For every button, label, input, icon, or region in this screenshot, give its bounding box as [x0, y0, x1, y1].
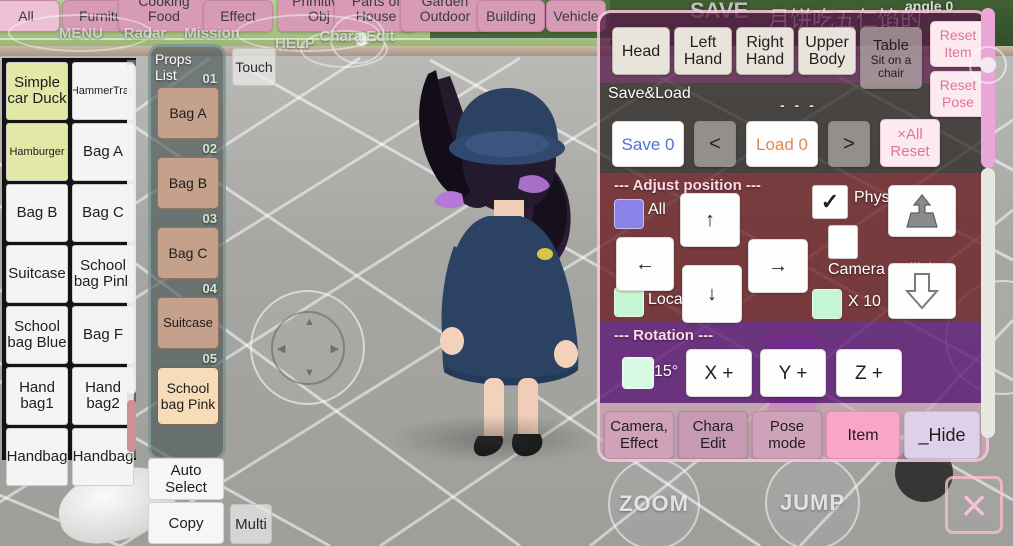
item-grid-panel[interactable]: Simple car Duck HammerTrap Hamburger Bag… — [2, 58, 136, 486]
move-down-button[interactable]: ↓ — [682, 265, 742, 323]
item-cell-school-bag-blue[interactable]: School bag Blue — [6, 306, 68, 364]
jump-button[interactable]: JUMP — [765, 455, 860, 546]
save-slot-dashes: - - - — [780, 97, 817, 113]
item-cell-hand-bag2[interactable]: Hand bag2 — [72, 367, 134, 425]
joystick-arrow-up: ▲ — [304, 316, 315, 328]
table-sublabel: Sit on a chair — [870, 52, 912, 80]
zoom-button[interactable]: ZOOM — [608, 458, 700, 546]
attach-upper-body-button[interactable]: Upper Body — [798, 27, 856, 75]
hide-panel-button[interactable]: _Hide — [904, 411, 980, 459]
item-cell-bag-a[interactable]: Bag A — [72, 123, 134, 181]
item-grid-scroll-thumb[interactable] — [127, 64, 136, 394]
local-axis-swatch[interactable] — [614, 287, 644, 317]
mode-item-button[interactable]: Item — [826, 411, 900, 459]
item-control-panel[interactable]: Head Left Hand Right Hand Upper Body Tab… — [597, 10, 989, 462]
props-list-title: Props List — [155, 51, 192, 83]
slider-track-lower[interactable] — [981, 168, 995, 438]
prop-item-suitcase[interactable]: Suitcase — [157, 297, 219, 349]
tab-building[interactable]: Building — [477, 0, 545, 32]
prop-item-bag-c[interactable]: Bag C — [157, 227, 219, 279]
x10-swatch[interactable] — [812, 289, 842, 319]
item-cell-bag-f[interactable]: Bag F — [72, 306, 134, 364]
item-cell-simple-car-duck[interactable]: Simple car Duck — [6, 62, 68, 120]
character-shadow — [390, 415, 600, 463]
attach-right-hand-button[interactable]: Right Hand — [736, 27, 794, 75]
item-grid-scrollbar[interactable] — [127, 60, 136, 458]
move-joystick[interactable]: ▲ ▼ ◀ ▶ — [250, 290, 365, 405]
prop-number-02: 02 — [202, 141, 217, 156]
prop-number-03: 03 — [202, 211, 217, 226]
prop-number-04: 04 — [202, 281, 217, 296]
mission-button[interactable]: Mission — [150, 20, 274, 46]
joystick-arrow-down: ▼ — [304, 367, 315, 379]
item-cell-handbag-4[interactable]: Handbag — [72, 428, 134, 486]
move-right-button[interactable]: → — [748, 239, 808, 293]
attach-left-hand-button[interactable]: Left Hand — [674, 27, 732, 75]
item-cell-hand-bag1[interactable]: Hand bag1 — [6, 367, 68, 425]
props-list-panel[interactable]: Props List 01 Bag A 02 Bag B 03 Bag C 04… — [148, 44, 226, 460]
prop-item-bag-a[interactable]: Bag A — [157, 87, 219, 139]
item-cell-bag-b[interactable]: Bag B — [6, 184, 68, 242]
item-cell-handbag-3[interactable]: Handbag — [6, 428, 68, 486]
multi-button[interactable]: Multi — [230, 504, 272, 544]
save-load-label: Save&Load — [608, 85, 691, 102]
rotate-x-button[interactable]: X + — [686, 349, 752, 397]
item-cell-hamburger[interactable]: Hamburger — [6, 123, 68, 181]
mode-chara-edit-button[interactable]: Chara Edit — [678, 411, 748, 459]
item-grid-scroll-thumb-lower[interactable] — [127, 400, 136, 452]
game-screen: ▲ ▼ ◀ ▶ ZOOM JUMP × All Furniture Cookin… — [0, 0, 1013, 546]
close-button[interactable]: × — [945, 476, 1003, 534]
joystick-arrow-left: ◀ — [277, 343, 286, 355]
item-cell-school-bag-pink[interactable]: School bag Pink — [72, 245, 134, 303]
attach-head-button[interactable]: Head — [612, 27, 670, 75]
lower-object-button[interactable] — [888, 263, 956, 319]
all-axis-label: All — [648, 201, 666, 218]
save-slot-button[interactable]: Save 0 — [612, 121, 684, 167]
raise-object-icon — [906, 194, 938, 228]
props-list-title-line1: Props — [155, 51, 192, 67]
prop-number-05: 05 — [202, 351, 217, 366]
rotation-step-swatch[interactable] — [622, 357, 654, 389]
local-axis-label: Local — [648, 291, 687, 308]
table-sit-button[interactable]: Table Sit on a chair — [860, 27, 922, 89]
raise-object-button[interactable] — [888, 185, 956, 237]
rotation-step-label: 15° — [654, 363, 679, 380]
item-cell-suitcase[interactable]: Suitcase — [6, 245, 68, 303]
auto-select-button[interactable]: Auto Select — [148, 458, 224, 500]
physics-checkbox[interactable]: ✓ — [812, 185, 848, 219]
copy-button[interactable]: Copy — [148, 502, 224, 544]
move-joystick-inner[interactable]: ▲ ▼ ◀ ▶ — [271, 311, 345, 385]
slider-track-upper[interactable] — [981, 8, 995, 168]
mode-pose-mode-button[interactable]: Pose mode — [752, 411, 822, 459]
all-reset-button[interactable]: ×All Reset — [880, 119, 940, 167]
touch-button[interactable]: Touch — [232, 48, 276, 86]
prop-item-school-bag-pink[interactable]: School bag Pink — [157, 367, 219, 425]
table-label: Table — [873, 36, 909, 54]
item-cell-bag-c[interactable]: Bag C — [72, 184, 134, 242]
prop-item-bag-b[interactable]: Bag B — [157, 157, 219, 209]
next-slot-button[interactable]: > — [828, 121, 870, 167]
rotation-label: --- Rotation --- — [614, 327, 714, 344]
camera-collision-checkbox[interactable] — [828, 225, 858, 259]
player-character[interactable] — [370, 60, 620, 490]
chara-edit-button[interactable]: Chara Edit — [318, 16, 396, 58]
all-axis-swatch[interactable] — [614, 199, 644, 229]
joystick-arrow-right: ▶ — [330, 343, 339, 355]
rotate-z-button[interactable]: Z + — [836, 349, 902, 397]
slider-knob[interactable] — [980, 57, 996, 73]
lower-object-icon — [904, 273, 940, 310]
move-up-button[interactable]: ↑ — [680, 193, 740, 247]
prop-number-01: 01 — [202, 71, 217, 86]
props-list-title-line2: List — [155, 67, 177, 83]
prev-slot-button[interactable]: < — [694, 121, 736, 167]
vertical-height-slider[interactable] — [969, 8, 1007, 438]
move-left-button[interactable]: ← — [616, 237, 674, 291]
mode-camera-effect-button[interactable]: Camera, Effect — [604, 411, 674, 459]
x10-label: X 10 — [848, 293, 881, 310]
adjust-position-label: --- Adjust position --- — [614, 177, 761, 194]
rotate-y-button[interactable]: Y + — [760, 349, 826, 397]
item-cell-hammertrap[interactable]: HammerTrap — [72, 62, 134, 120]
load-slot-button[interactable]: Load 0 — [746, 121, 818, 167]
